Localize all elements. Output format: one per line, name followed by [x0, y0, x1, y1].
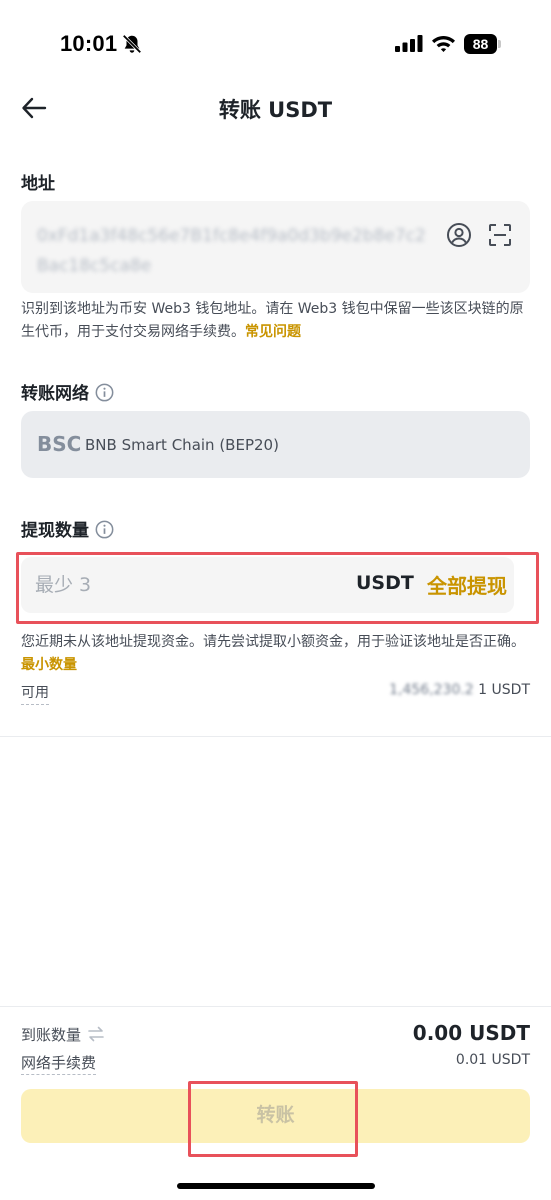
receive-label: 到账数量	[21, 1026, 82, 1044]
divider	[0, 736, 551, 737]
wifi-icon	[432, 36, 455, 52]
amount-helper: 您近期未从该地址提现资金。请先尝试提取小额资金，用于验证该地址是否正确。最小数量	[21, 631, 533, 677]
address-label: 地址	[21, 174, 55, 194]
battery-level: 88	[472, 36, 489, 52]
swap-icon[interactable]	[87, 1026, 105, 1042]
scan-qr-icon[interactable]	[487, 222, 513, 248]
receive-label-row: 到账数量	[21, 1024, 105, 1045]
transfer-button[interactable]: 转账	[21, 1089, 530, 1143]
receive-value: 0.00 USDT	[412, 1021, 530, 1045]
highlight-annotation-amount	[16, 552, 539, 624]
address-field[interactable]: 0xFd1a3f48c56e7B1fc8e4f9a0d3b9e2b8e7c2Ba…	[21, 201, 530, 293]
available-row: 可用 1,456,230.2 1 USDT	[21, 682, 530, 706]
amount-label: 提现数量	[21, 521, 89, 541]
bell-muted-icon	[122, 34, 142, 54]
divider	[0, 1006, 551, 1007]
network-name: BNB Smart Chain (BEP20)	[85, 436, 279, 454]
address-value[interactable]: 0xFd1a3f48c56e7B1fc8e4f9a0d3b9e2b8e7c2Ba…	[37, 221, 437, 281]
network-label: 转账网络	[21, 384, 89, 404]
amount-label-row: 提现数量	[21, 516, 114, 541]
network-code: BSC	[37, 432, 82, 456]
status-bar: 10:01 88	[0, 0, 551, 90]
address-book-icon[interactable]	[446, 222, 472, 248]
info-icon[interactable]	[95, 520, 114, 539]
info-icon[interactable]	[95, 383, 114, 402]
available-value-obscured: 1,456,230.2	[389, 682, 474, 698]
network-selector[interactable]: BSC BNB Smart Chain (BEP20)	[21, 411, 530, 478]
available-label[interactable]: 可用	[21, 682, 49, 705]
available-value: 1,456,230.2 1 USDT	[389, 682, 530, 698]
header: 转账 USDT	[0, 80, 551, 136]
amount-helper-text: 您近期未从该地址提现资金。请先尝试提取小额资金，用于验证该地址是否正确。	[21, 634, 525, 650]
home-indicator	[177, 1183, 375, 1189]
address-helper: 识别到该地址为币安 Web3 钱包地址。请在 Web3 钱包中保留一些该区块链的…	[21, 298, 533, 344]
fee-label[interactable]: 网络手续费	[21, 1052, 97, 1075]
faq-link[interactable]: 常见问题	[245, 324, 301, 340]
battery-indicator: 88	[464, 34, 501, 54]
min-amount-link[interactable]: 最小数量	[21, 657, 77, 673]
status-time: 10:01	[60, 31, 118, 56]
available-value-unit: 1 USDT	[478, 682, 530, 698]
transfer-button-label: 转账	[256, 1105, 295, 1126]
fee-value: 0.01 USDT	[455, 1052, 530, 1068]
page-title: 转账 USDT	[218, 98, 333, 122]
cellular-signal-icon	[395, 35, 423, 52]
network-label-row: 转账网络	[21, 379, 114, 404]
